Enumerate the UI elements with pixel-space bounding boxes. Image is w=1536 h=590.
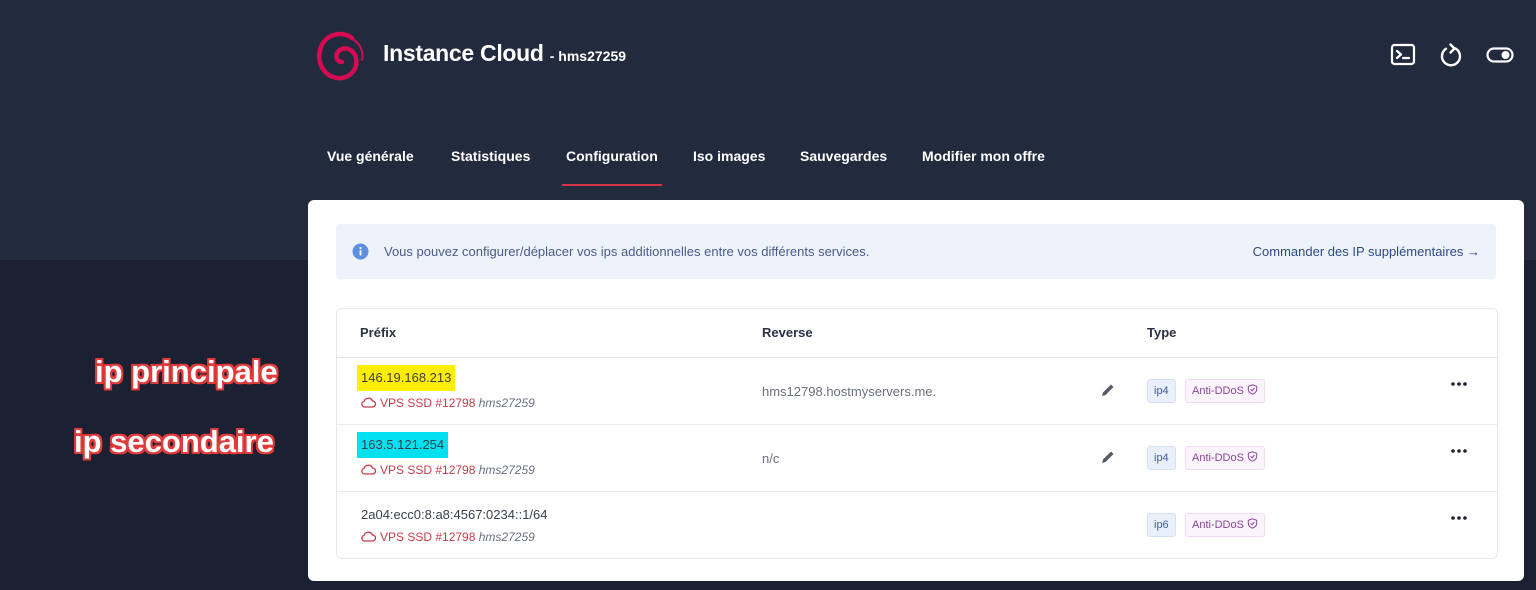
more-options-icon[interactable]	[1449, 514, 1469, 522]
service-name: VPS SSD #12798	[380, 396, 476, 410]
table-row: 2a04:ecc0:8:a8:4567:0234::1/64 VPS SSD #…	[337, 492, 1497, 558]
cloud-icon	[361, 397, 376, 408]
app-title: Instance Cloud - hms27259	[383, 40, 626, 67]
service-link[interactable]: VPS SSD #12798 hms27259	[361, 396, 535, 410]
info-icon	[352, 243, 369, 260]
service-link[interactable]: VPS SSD #12798 hms27259	[361, 530, 535, 544]
ip-type-badge: ip6	[1147, 513, 1176, 537]
tab-overview[interactable]: Vue générale	[327, 148, 414, 184]
ip-type-badge: ip4	[1147, 446, 1176, 470]
order-ip-link[interactable]: Commander des IP supplémentaires →	[1253, 244, 1480, 259]
pencil-icon[interactable]	[1100, 449, 1116, 465]
shield-check-icon	[1247, 384, 1258, 395]
annotation-primary-ip: ip principale	[95, 354, 278, 389]
ip-address: 146.19.168.213	[357, 365, 456, 391]
table-header: Préfix Reverse Type	[337, 309, 1497, 358]
ip-address: 2a04:ecc0:8:a8:4567:0234::1/64	[361, 507, 548, 522]
ddos-label: Anti-DDoS	[1192, 519, 1244, 531]
service-name: VPS SSD #12798	[380, 463, 476, 477]
alert-message: Vous pouvez configurer/déplacer vos ips …	[384, 244, 870, 259]
ip-table: Préfix Reverse Type 146.19.168.213 VPS S…	[336, 308, 1498, 559]
ddos-badge: Anti-DDoS	[1185, 446, 1265, 470]
more-options-icon[interactable]	[1449, 447, 1469, 455]
ddos-label: Anti-DDoS	[1192, 452, 1244, 464]
more-options-icon[interactable]	[1449, 380, 1469, 388]
refresh-icon[interactable]	[1437, 42, 1465, 70]
tab-statistics[interactable]: Statistiques	[451, 148, 530, 184]
tab-modify-offer[interactable]: Modifier mon offre	[922, 148, 1045, 184]
ip-type-badge: ip4	[1147, 379, 1176, 403]
ddos-badge: Anti-DDoS	[1185, 379, 1265, 403]
service-name: VPS SSD #12798	[380, 530, 476, 544]
info-alert: Vous pouvez configurer/déplacer vos ips …	[336, 224, 1496, 279]
cloud-icon	[361, 464, 376, 475]
debian-logo-icon	[316, 31, 364, 81]
header-prefix: Préfix	[360, 325, 397, 340]
tab-iso-images[interactable]: Iso images	[693, 148, 765, 184]
shield-check-icon	[1247, 518, 1258, 529]
tab-configuration[interactable]: Configuration	[562, 148, 662, 186]
service-user: hms27259	[478, 530, 535, 544]
annotation-secondary-ip: ip secondaire	[74, 424, 274, 459]
content-card: Vous pouvez configurer/déplacer vos ips …	[308, 200, 1524, 581]
table-row: 163.5.121.254 VPS SSD #12798 hms27259 n/…	[337, 425, 1497, 492]
reverse-dns: hms12798.hostmyservers.me.	[762, 384, 937, 399]
service-user: hms27259	[478, 396, 535, 410]
tab-backups[interactable]: Sauvegardes	[800, 148, 887, 184]
table-row: 146.19.168.213 VPS SSD #12798 hms27259 h…	[337, 358, 1497, 425]
reverse-dns: n/c	[762, 451, 780, 466]
terminal-icon[interactable]	[1389, 41, 1417, 69]
toggle-icon[interactable]	[1486, 41, 1514, 69]
header-type: Type	[1147, 325, 1177, 340]
ip-address: 163.5.121.254	[357, 432, 449, 458]
instance-title: Instance Cloud	[383, 40, 544, 66]
pencil-icon[interactable]	[1100, 382, 1116, 398]
header-reverse: Reverse	[762, 325, 813, 340]
cloud-icon	[361, 531, 376, 542]
service-user: hms27259	[478, 463, 535, 477]
service-link[interactable]: VPS SSD #12798 hms27259	[361, 463, 535, 477]
ddos-badge: Anti-DDoS	[1185, 513, 1265, 537]
ddos-label: Anti-DDoS	[1192, 385, 1244, 397]
instance-id: - hms27259	[549, 48, 627, 64]
shield-check-icon	[1247, 451, 1258, 462]
